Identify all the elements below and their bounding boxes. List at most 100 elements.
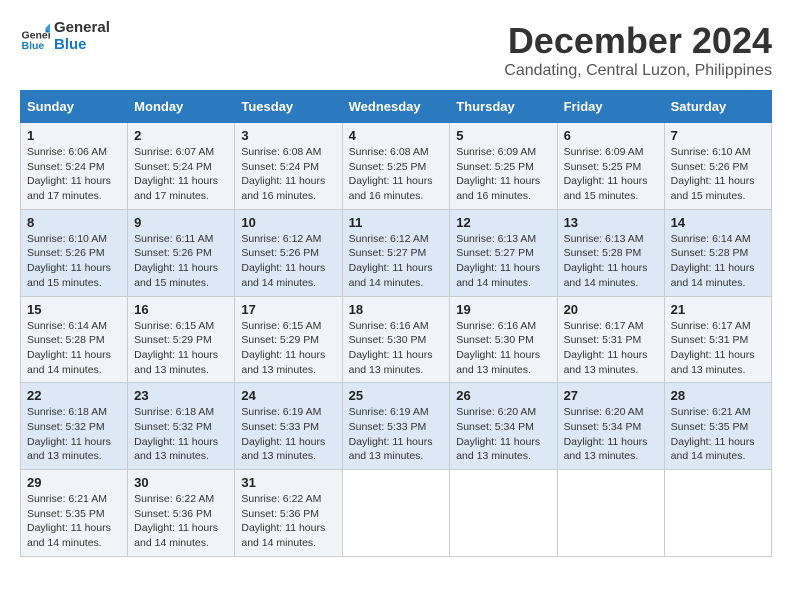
day-info: Sunrise: 6:12 AMSunset: 5:26 PMDaylight:… [241,232,335,291]
day-number: 7 [671,128,765,143]
calendar-cell: 7Sunrise: 6:10 AMSunset: 5:26 PMDaylight… [664,123,771,210]
calendar-cell: 11Sunrise: 6:12 AMSunset: 5:27 PMDayligh… [342,209,450,296]
calendar-cell: 2 Sunrise: 6:07 AMSunset: 5:24 PMDaylight… [128,123,235,210]
calendar-cell [664,470,771,557]
day-info: Sunrise: 6:10 AMSunset: 5:26 PMDaylight:… [27,232,121,291]
calendar-cell: 21Sunrise: 6:17 AMSunset: 5:31 PMDayligh… [664,296,771,383]
day-number: 30 [134,475,228,490]
title-block: December 2024 Candating, Central Luzon, … [504,20,772,80]
calendar-cell: 13Sunrise: 6:13 AMSunset: 5:28 PMDayligh… [557,209,664,296]
calendar-cell [342,470,450,557]
day-header-thursday: Thursday [450,91,557,123]
day-info: Sunrise: 6:11 AMSunset: 5:26 PMDaylight:… [134,232,228,291]
day-info: Sunrise: 6:22 AMSunset: 5:36 PMDaylight:… [241,492,335,551]
day-number: 23 [134,388,228,403]
calendar-cell: 27 Sunrise: 6:20 AMSunset: 5:34 PMDayligh… [557,383,664,470]
day-info: Sunrise: 6:19 AMSunset: 5:33 PMDaylight:… [241,405,335,464]
day-number: 31 [241,475,335,490]
calendar-cell: 20 Sunrise: 6:17 AMSunset: 5:31 PMDayligh… [557,296,664,383]
day-info: Sunrise: 6:17 AMSunset: 5:31 PMDaylight:… [564,319,658,378]
day-info: Sunrise: 6:08 AMSunset: 5:24 PMDaylight:… [241,145,335,204]
calendar-week-row: 15 Sunrise: 6:14 AMSunset: 5:28 PMDayligh… [21,296,772,383]
day-info: Sunrise: 6:08 AMSunset: 5:25 PMDaylight:… [349,145,444,204]
calendar-cell: 16 Sunrise: 6:15 AMSunset: 5:29 PMDayligh… [128,296,235,383]
day-info: Sunrise: 6:14 AMSunset: 5:28 PMDaylight:… [671,232,765,291]
calendar-cell: 19 Sunrise: 6:16 AMSunset: 5:30 PMDayligh… [450,296,557,383]
day-info: Sunrise: 6:09 AMSunset: 5:25 PMDaylight:… [456,145,550,204]
logo-blue: Blue [54,37,110,54]
svg-text:Blue: Blue [22,40,45,52]
logo-general: General [54,20,110,37]
calendar-cell: 18Sunrise: 6:16 AMSunset: 5:30 PMDayligh… [342,296,450,383]
day-number: 3 [241,128,335,143]
page-header: General Blue General Blue December 2024 … [20,20,772,80]
calendar-cell: 23 Sunrise: 6:18 AMSunset: 5:32 PMDayligh… [128,383,235,470]
day-number: 15 [27,302,121,317]
day-number: 16 [134,302,228,317]
calendar-week-row: 1Sunrise: 6:06 AMSunset: 5:24 PMDaylight… [21,123,772,210]
day-number: 8 [27,215,121,230]
month-title: December 2024 [504,20,772,62]
calendar-cell: 24 Sunrise: 6:19 AMSunset: 5:33 PMDayligh… [235,383,342,470]
day-info: Sunrise: 6:21 AMSunset: 5:35 PMDaylight:… [671,405,765,464]
day-number: 2 [134,128,228,143]
calendar-cell: 8 Sunrise: 6:10 AMSunset: 5:26 PMDaylight… [21,209,128,296]
day-info: Sunrise: 6:16 AMSunset: 5:30 PMDaylight:… [349,319,444,378]
day-info: Sunrise: 6:21 AMSunset: 5:35 PMDaylight:… [27,492,121,551]
calendar-body: 1Sunrise: 6:06 AMSunset: 5:24 PMDaylight… [21,123,772,557]
calendar-cell: 14 Sunrise: 6:14 AMSunset: 5:28 PMDayligh… [664,209,771,296]
day-info: Sunrise: 6:20 AMSunset: 5:34 PMDaylight:… [456,405,550,464]
day-number: 10 [241,215,335,230]
day-number: 21 [671,302,765,317]
calendar-cell: 22Sunrise: 6:18 AMSunset: 5:32 PMDayligh… [21,383,128,470]
calendar-cell: 31 Sunrise: 6:22 AMSunset: 5:36 PMDayligh… [235,470,342,557]
calendar-cell [450,470,557,557]
subtitle: Candating, Central Luzon, Philippines [504,62,772,80]
day-number: 26 [456,388,550,403]
calendar-cell: 29 Sunrise: 6:21 AMSunset: 5:35 PMDayligh… [21,470,128,557]
day-number: 12 [456,215,550,230]
day-info: Sunrise: 6:20 AMSunset: 5:34 PMDaylight:… [564,405,658,464]
day-number: 29 [27,475,121,490]
calendar-cell [557,470,664,557]
day-number: 14 [671,215,765,230]
day-number: 27 [564,388,658,403]
day-info: Sunrise: 6:18 AMSunset: 5:32 PMDaylight:… [134,405,228,464]
day-header-wednesday: Wednesday [342,91,450,123]
day-header-friday: Friday [557,91,664,123]
day-number: 28 [671,388,765,403]
calendar-week-row: 8 Sunrise: 6:10 AMSunset: 5:26 PMDaylight… [21,209,772,296]
day-header-saturday: Saturday [664,91,771,123]
day-info: Sunrise: 6:13 AMSunset: 5:27 PMDaylight:… [456,232,550,291]
day-info: Sunrise: 6:12 AMSunset: 5:27 PMDaylight:… [349,232,444,291]
calendar-cell: 12 Sunrise: 6:13 AMSunset: 5:27 PMDayligh… [450,209,557,296]
day-number: 17 [241,302,335,317]
day-header-monday: Monday [128,91,235,123]
calendar-cell: 10 Sunrise: 6:12 AMSunset: 5:26 PMDayligh… [235,209,342,296]
logo-icon: General Blue [20,22,50,52]
day-info: Sunrise: 6:09 AMSunset: 5:25 PMDaylight:… [564,145,658,204]
calendar-cell: 17Sunrise: 6:15 AMSunset: 5:29 PMDayligh… [235,296,342,383]
calendar-cell: 26 Sunrise: 6:20 AMSunset: 5:34 PMDayligh… [450,383,557,470]
day-number: 4 [349,128,444,143]
day-number: 20 [564,302,658,317]
day-number: 25 [349,388,444,403]
calendar-cell: 25 Sunrise: 6:19 AMSunset: 5:33 PMDayligh… [342,383,450,470]
day-number: 24 [241,388,335,403]
calendar-cell: 5Sunrise: 6:09 AMSunset: 5:25 PMDaylight… [450,123,557,210]
day-info: Sunrise: 6:14 AMSunset: 5:28 PMDaylight:… [27,319,121,378]
calendar-cell: 4 Sunrise: 6:08 AMSunset: 5:25 PMDaylight… [342,123,450,210]
calendar-header-row: SundayMondayTuesdayWednesdayThursdayFrid… [21,91,772,123]
day-number: 9 [134,215,228,230]
day-info: Sunrise: 6:07 AMSunset: 5:24 PMDaylight:… [134,145,228,204]
day-info: Sunrise: 6:19 AMSunset: 5:33 PMDaylight:… [349,405,444,464]
day-number: 1 [27,128,121,143]
calendar-table: SundayMondayTuesdayWednesdayThursdayFrid… [20,90,772,557]
day-header-tuesday: Tuesday [235,91,342,123]
calendar-cell: 28 Sunrise: 6:21 AMSunset: 5:35 PMDayligh… [664,383,771,470]
day-number: 13 [564,215,658,230]
calendar-week-row: 29 Sunrise: 6:21 AMSunset: 5:35 PMDayligh… [21,470,772,557]
day-info: Sunrise: 6:15 AMSunset: 5:29 PMDaylight:… [134,319,228,378]
day-number: 19 [456,302,550,317]
day-info: Sunrise: 6:16 AMSunset: 5:30 PMDaylight:… [456,319,550,378]
